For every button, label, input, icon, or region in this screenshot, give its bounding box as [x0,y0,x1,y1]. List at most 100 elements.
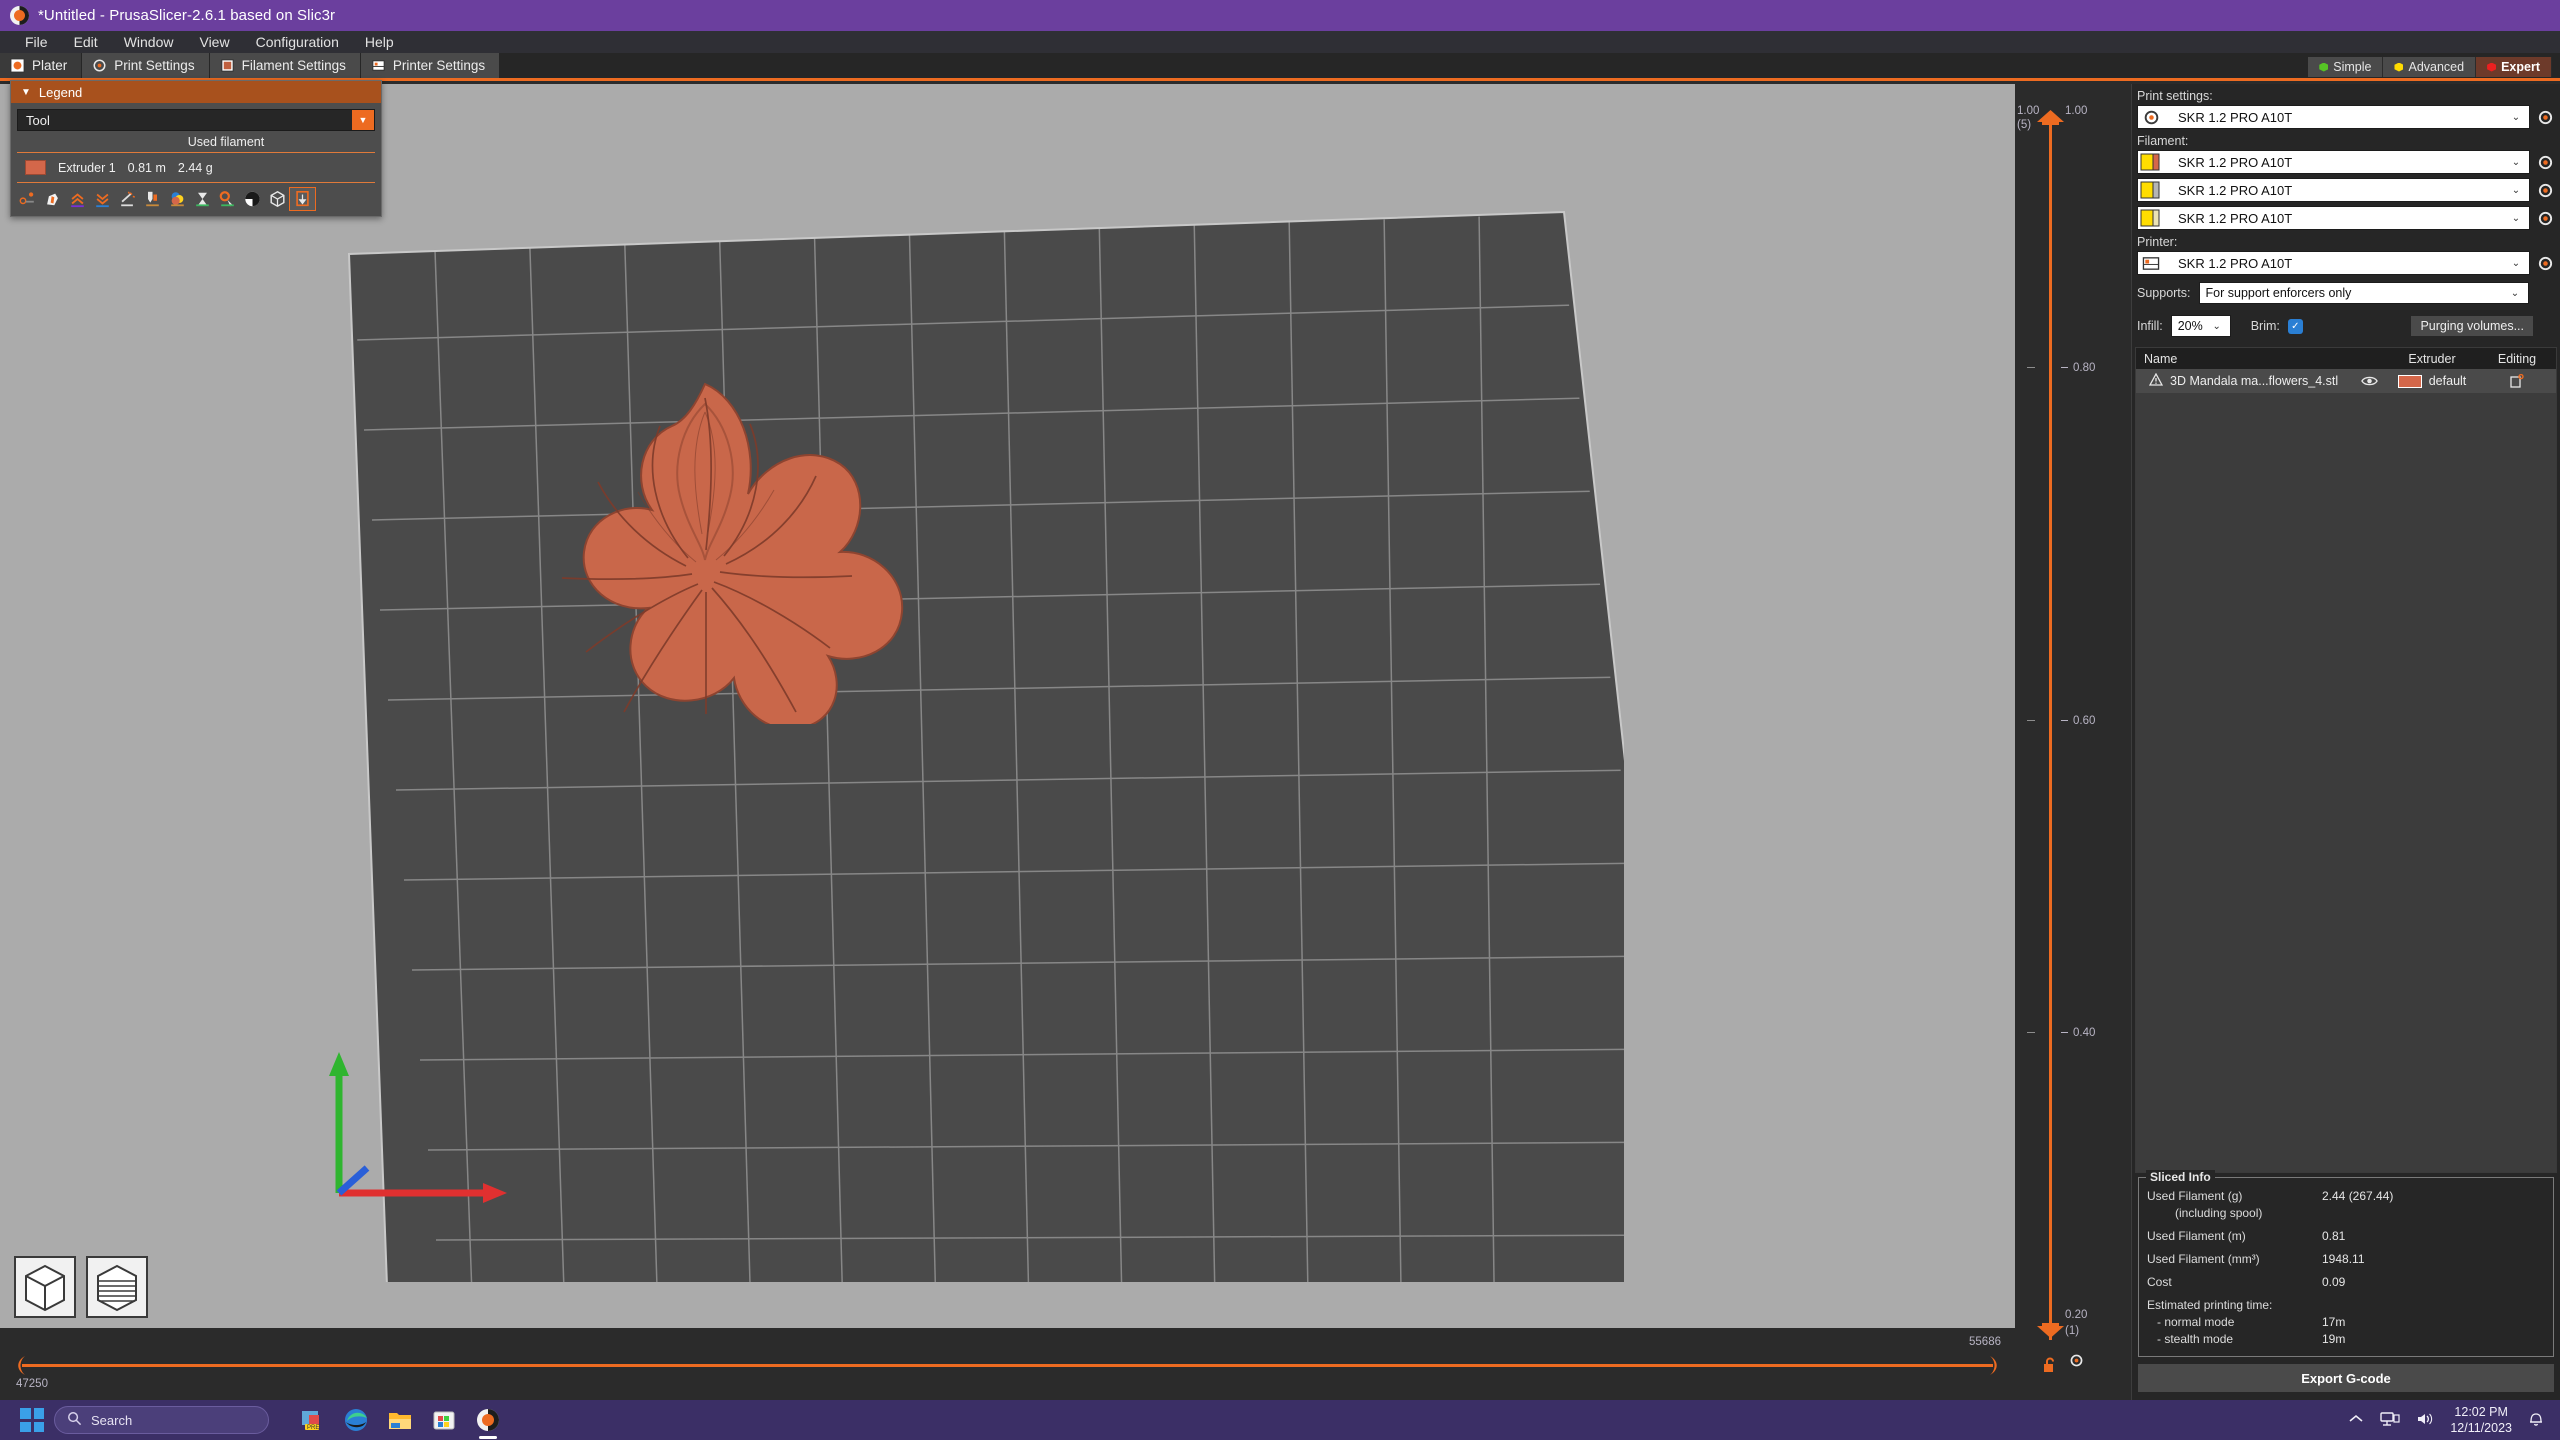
menu-item-file[interactable]: File [12,31,61,53]
chevron-up-icon[interactable] [2348,1413,2364,1427]
object-list[interactable]: Name Extruder Editing 3D Mandala ma...fl… [2135,347,2557,1173]
seams-icon[interactable] [65,188,90,210]
filament-gear-icon-2[interactable] [2534,179,2556,201]
triangle-down-icon: ▼ [21,86,31,98]
filament-settings-icon [220,59,234,72]
tab-bar: Plater Print Settings Filament Settings … [0,53,2560,81]
infill-brim-row: Infill: 20% ⌄ Brim: ✓ Purging volumes... [2132,308,2560,341]
hslider-left-handle[interactable] [12,1356,26,1375]
hslider-right-handle[interactable] [1989,1356,2003,1375]
print-settings-row: SKR 1.2 PRO A10T ⌄ [2132,105,2560,129]
filament-combo-2[interactable]: SKR 1.2 PRO A10T ⌄ [2137,178,2530,202]
deretractions-icon[interactable] [90,188,115,210]
volume-icon[interactable] [2416,1411,2434,1430]
presentation-app-icon[interactable]: PRE [299,1407,325,1433]
windows-start-icon[interactable] [20,1408,44,1432]
custom-gcodes-icon[interactable] [215,188,240,210]
vslider-track[interactable] [2049,120,2052,1340]
vslider-upper-handle[interactable] [2037,110,2064,125]
tool-marker-icon[interactable] [289,187,316,211]
filament-gear-icon-3[interactable] [2534,207,2556,229]
file-explorer-icon[interactable] [387,1407,413,1433]
chevron-down-icon[interactable]: ⌄ [2503,185,2529,196]
vertical-layer-slider[interactable]: 1.00 (5) 1.00 0.80 0.60 0.40 0.20 (1) [2015,84,2095,1400]
filament-label: Filament: [2137,134,2189,148]
search-input[interactable]: Search [54,1406,269,1434]
prusaslicer-taskbar-icon[interactable] [475,1407,501,1439]
editing-icon[interactable] [2478,374,2556,388]
mode-advanced[interactable]: Advanced [2383,57,2477,77]
vslider-lower-handle[interactable] [2037,1323,2064,1338]
shells-icon[interactable] [240,188,265,210]
table-row[interactable]: 3D Mandala ma...flowers_4.stl default [2136,369,2556,393]
bell-icon[interactable] [2528,1410,2544,1430]
chevron-down-icon[interactable]: ⌄ [2503,258,2529,269]
chevron-down-icon[interactable]: ⌄ [2503,112,2529,123]
sliced-info-value: 2.44 (267.44) [2322,1189,2394,1203]
eye-icon[interactable] [2352,375,2386,387]
tab-plater[interactable]: Plater [0,53,83,81]
column-editing: Editing [2497,351,2537,366]
tab-print-settings[interactable]: Print Settings [82,53,210,78]
filament-combo-1[interactable]: SKR 1.2 PRO A10T ⌄ [2137,150,2530,174]
printer-gear-icon[interactable] [2534,252,2556,274]
vslider-tick-label-0: 0.80 [2073,362,2096,374]
filament-row-1: SKR 1.2 PRO A10T ⌄ [2132,150,2560,174]
supports-combo[interactable]: For support enforcers only ⌄ [2198,282,2529,304]
gear-icon[interactable] [2069,1353,2084,1373]
infill-value: 20% [2177,319,2203,333]
print-settings-gear-icon[interactable] [2534,106,2556,128]
mode-expert[interactable]: Expert [2476,57,2552,77]
tab-printer-settings[interactable]: Printer Settings [360,53,501,78]
clock-date: 12/11/2023 [2450,1421,2512,1435]
filament-row-3: SKR 1.2 PRO A10T ⌄ [2132,206,2560,230]
tool-changes-icon[interactable] [140,188,165,210]
brim-checkbox[interactable]: ✓ [2287,318,2303,334]
menu-item-window[interactable]: Window [111,31,187,53]
print-settings-combo[interactable]: SKR 1.2 PRO A10T ⌄ [2137,105,2530,129]
chevron-down-icon[interactable]: ⌄ [2502,288,2528,299]
tab-filament-settings[interactable]: Filament Settings [209,53,361,78]
chevron-down-icon[interactable]: ⌄ [2503,157,2529,168]
export-gcode-button[interactable]: Export G-code [2138,1364,2554,1392]
infill-combo[interactable]: 20% ⌄ [2170,315,2231,337]
sliced-info-row: Cost 0.09 [2147,1274,2545,1291]
layers-view-cube-icon[interactable] [86,1256,148,1318]
menu-item-edit[interactable]: Edit [61,31,111,53]
filament-combo-3[interactable]: SKR 1.2 PRO A10T ⌄ [2137,206,2530,230]
microsoft-store-icon[interactable] [431,1407,457,1433]
hslider-track[interactable] [22,1364,1993,1367]
filament-gear-icon-1[interactable] [2534,151,2556,173]
sliced-info-row: Used Filament (mm³) 1948.11 [2147,1251,2545,1268]
sliced-info-key: Estimated printing time: [2147,1298,2273,1312]
mode-simple[interactable]: Simple [2308,57,2384,77]
chevron-down-icon[interactable]: ⌄ [2204,321,2230,332]
3d-viewport[interactable] [0,84,2015,1328]
legend-header[interactable]: ▼ Legend [11,81,381,103]
sliced-model[interactable] [500,364,920,730]
edge-browser-icon[interactable] [343,1407,369,1433]
legend-icon[interactable] [265,188,290,210]
color-changes-icon[interactable] [165,188,190,210]
menu-item-configuration[interactable]: Configuration [243,31,352,53]
legend-toolbar [11,183,381,216]
filament-value-1: SKR 1.2 PRO A10T [2178,154,2293,170]
printer-combo[interactable]: SKR 1.2 PRO A10T ⌄ [2137,251,2530,275]
clock[interactable]: 12:02 PM 12/11/2023 [2450,1404,2512,1436]
wipe-icon[interactable] [115,188,140,210]
menu-item-view[interactable]: View [186,31,242,53]
menu-item-help[interactable]: Help [352,31,407,53]
legend-view-type-select[interactable]: Tool ▼ [17,109,375,131]
purging-volumes-button[interactable]: Purging volumes... [2411,316,2533,336]
horizontal-move-slider[interactable]: 47250 55686 [0,1328,2015,1400]
axes-indicator [325,1038,515,1213]
chevron-down-icon[interactable]: ⌄ [2503,213,2529,224]
network-icon[interactable] [2380,1411,2400,1430]
solid-view-cube-icon[interactable] [14,1256,76,1318]
sliced-info-value: 17m [2322,1315,2346,1329]
pause-prints-icon[interactable] [190,188,215,210]
lock-open-icon[interactable] [2042,1357,2059,1372]
retractions-icon[interactable] [40,188,65,210]
tab-filament-settings-label: Filament Settings [241,58,346,73]
travel-icon[interactable] [15,188,40,210]
